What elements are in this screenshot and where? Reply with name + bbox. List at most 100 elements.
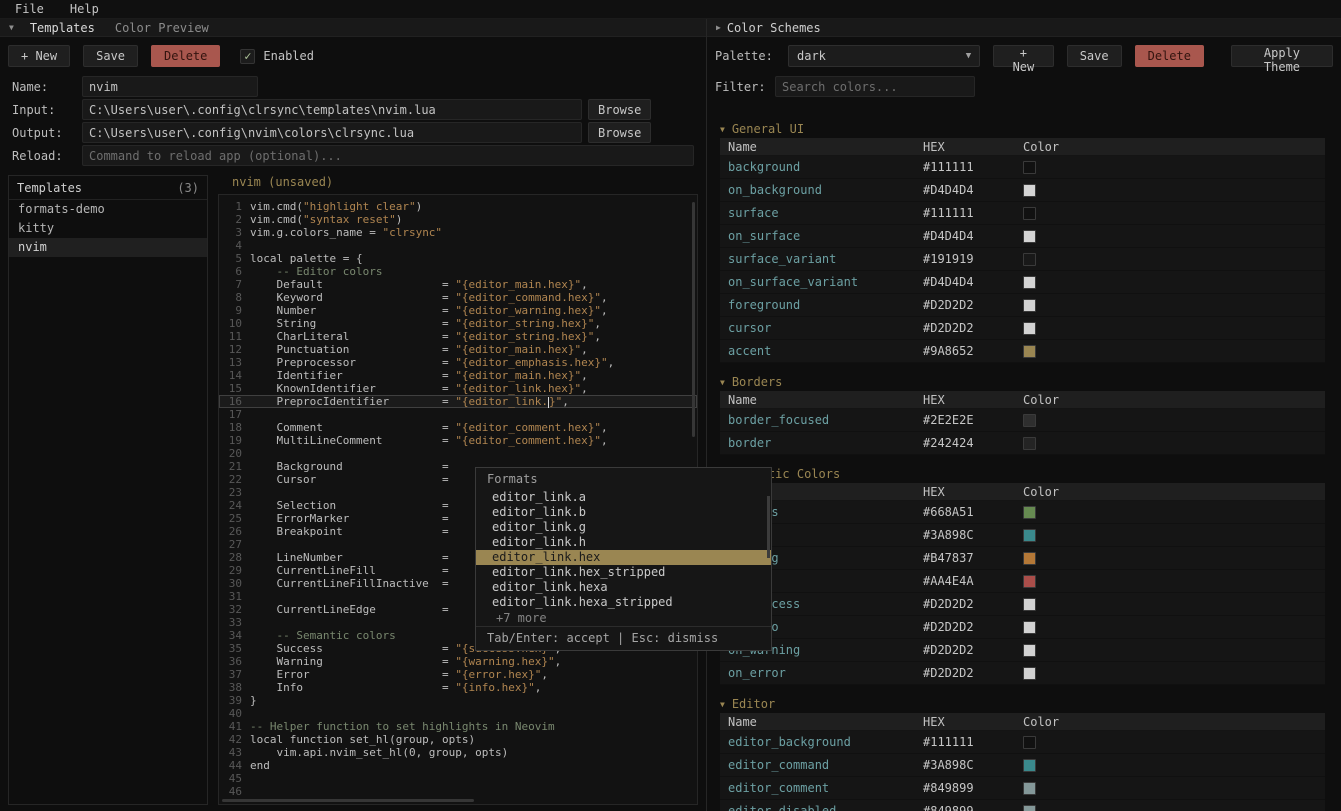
- color-row[interactable]: on_success#D2D2D2: [720, 593, 1325, 616]
- completion-item[interactable]: editor_link.hex: [476, 550, 771, 565]
- template-item[interactable]: formats-demo: [9, 200, 207, 219]
- menu-help[interactable]: Help: [70, 2, 99, 16]
- completion-item[interactable]: editor_link.a: [476, 490, 771, 505]
- editor-vertical-scrollbar[interactable]: [692, 202, 695, 437]
- color-row[interactable]: surface_variant#191919: [720, 248, 1325, 271]
- code-line[interactable]: 14 Identifier = "{editor_main.hex}",: [219, 369, 697, 382]
- output-browse-button[interactable]: Browse: [588, 122, 651, 143]
- code-line[interactable]: 46: [219, 785, 697, 798]
- color-row[interactable]: foreground#D2D2D2: [720, 294, 1325, 317]
- code-line[interactable]: 4: [219, 239, 697, 252]
- color-row[interactable]: editor_command#3A898C: [720, 754, 1325, 777]
- color-row[interactable]: warning#B47837: [720, 547, 1325, 570]
- template-item[interactable]: nvim: [9, 238, 207, 257]
- color-swatch[interactable]: [1023, 575, 1036, 588]
- code-line[interactable]: 42local function set_hl(group, opts): [219, 733, 697, 746]
- color-swatch[interactable]: [1023, 552, 1036, 565]
- color-row[interactable]: background#111111: [720, 156, 1325, 179]
- color-swatch[interactable]: [1023, 598, 1036, 611]
- code-line[interactable]: 6 -- Editor colors: [219, 265, 697, 278]
- color-row[interactable]: error#AA4E4A: [720, 570, 1325, 593]
- delete-palette-button[interactable]: Delete: [1135, 45, 1204, 67]
- section-header[interactable]: ▼Borders: [720, 373, 1325, 391]
- code-line[interactable]: 5local palette = {: [219, 252, 697, 265]
- completion-item[interactable]: editor_link.g: [476, 520, 771, 535]
- code-line[interactable]: 39}: [219, 694, 697, 707]
- color-row[interactable]: editor_disabled#849899: [720, 800, 1325, 811]
- code-line[interactable]: 43 vim.api.nvim_set_hl(0, group, opts): [219, 746, 697, 759]
- color-swatch[interactable]: [1023, 529, 1036, 542]
- color-row[interactable]: on_surface_variant#D4D4D4: [720, 271, 1325, 294]
- section-header[interactable]: ▼Semantic Colors: [720, 465, 1325, 483]
- editor-horizontal-scrollbar[interactable]: [222, 799, 474, 802]
- color-swatch[interactable]: [1023, 345, 1036, 358]
- completion-item[interactable]: editor_link.hex_stripped: [476, 565, 771, 580]
- color-row[interactable]: on_warning#D2D2D2: [720, 639, 1325, 662]
- color-row[interactable]: success#668A51: [720, 501, 1325, 524]
- code-line[interactable]: 9 Number = "{editor_warning.hex}",: [219, 304, 697, 317]
- color-row[interactable]: on_error#D2D2D2: [720, 662, 1325, 685]
- section-header[interactable]: ▼General UI: [720, 120, 1325, 138]
- reload-command-field[interactable]: [82, 145, 694, 166]
- input-browse-button[interactable]: Browse: [588, 99, 651, 120]
- color-swatch[interactable]: [1023, 207, 1036, 220]
- code-line[interactable]: 10 String = "{editor_string.hex}",: [219, 317, 697, 330]
- code-line[interactable]: 20: [219, 447, 697, 460]
- completion-item[interactable]: editor_link.b: [476, 505, 771, 520]
- code-line[interactable]: 45: [219, 772, 697, 785]
- color-swatch[interactable]: [1023, 644, 1036, 657]
- save-palette-button[interactable]: Save: [1067, 45, 1122, 67]
- completion-item[interactable]: editor_link.hexa_stripped: [476, 595, 771, 610]
- code-line[interactable]: 3vim.g.colors_name = "clrsync": [219, 226, 697, 239]
- collapse-arrow-icon[interactable]: ▼: [9, 23, 14, 32]
- color-swatch[interactable]: [1023, 276, 1036, 289]
- tab-color-preview[interactable]: Color Preview: [105, 21, 219, 35]
- color-swatch[interactable]: [1023, 667, 1036, 680]
- code-line[interactable]: 44end: [219, 759, 697, 772]
- code-line[interactable]: 40: [219, 707, 697, 720]
- code-line[interactable]: 8 Keyword = "{editor_command.hex}",: [219, 291, 697, 304]
- completion-item[interactable]: editor_link.h: [476, 535, 771, 550]
- color-swatch[interactable]: [1023, 230, 1036, 243]
- code-line[interactable]: 36 Warning = "{warning.hex}",: [219, 655, 697, 668]
- code-line[interactable]: 1vim.cmd("highlight clear"): [219, 200, 697, 213]
- color-swatch[interactable]: [1023, 161, 1036, 174]
- code-line[interactable]: 17: [219, 408, 697, 421]
- collapse-arrow-icon[interactable]: ▶: [716, 23, 721, 32]
- popup-more-item[interactable]: +7 more: [476, 610, 771, 626]
- input-path-field[interactable]: [82, 99, 582, 120]
- color-row[interactable]: on_background#D4D4D4: [720, 179, 1325, 202]
- color-swatch[interactable]: [1023, 299, 1036, 312]
- code-line[interactable]: 15 KnownIdentifier = "{editor_link.hex}"…: [219, 382, 697, 395]
- color-row[interactable]: border#242424: [720, 432, 1325, 455]
- new-palette-button[interactable]: + New: [993, 45, 1054, 67]
- name-input[interactable]: [82, 76, 258, 97]
- color-swatch[interactable]: [1023, 782, 1036, 795]
- code-line[interactable]: 7 Default = "{editor_main.hex}",: [219, 278, 697, 291]
- section-header[interactable]: ▼Editor: [720, 695, 1325, 713]
- code-line[interactable]: 18 Comment = "{editor_comment.hex}",: [219, 421, 697, 434]
- color-swatch[interactable]: [1023, 437, 1036, 450]
- color-swatch[interactable]: [1023, 621, 1036, 634]
- menu-file[interactable]: File: [15, 2, 44, 16]
- tab-templates[interactable]: Templates: [20, 21, 105, 35]
- code-line[interactable]: 19 MultiLineComment = "{editor_comment.h…: [219, 434, 697, 447]
- color-row[interactable]: surface#111111: [720, 202, 1325, 225]
- popup-scrollbar[interactable]: [767, 496, 770, 558]
- code-line[interactable]: 12 Punctuation = "{editor_main.hex}",: [219, 343, 697, 356]
- palette-select[interactable]: dark ▼: [788, 45, 980, 67]
- color-row[interactable]: editor_background#111111: [720, 731, 1325, 754]
- color-row[interactable]: on_info#D2D2D2: [720, 616, 1325, 639]
- completion-item[interactable]: editor_link.hexa: [476, 580, 771, 595]
- save-template-button[interactable]: Save: [83, 45, 138, 67]
- code-line[interactable]: 41-- Helper function to set highlights i…: [219, 720, 697, 733]
- color-swatch[interactable]: [1023, 506, 1036, 519]
- color-row[interactable]: on_surface#D4D4D4: [720, 225, 1325, 248]
- color-row[interactable]: info#3A898C: [720, 524, 1325, 547]
- enabled-checkbox[interactable]: ✓ Enabled: [240, 49, 314, 64]
- code-line[interactable]: 38 Info = "{info.hex}",: [219, 681, 697, 694]
- color-swatch[interactable]: [1023, 322, 1036, 335]
- color-swatch[interactable]: [1023, 736, 1036, 749]
- color-swatch[interactable]: [1023, 414, 1036, 427]
- color-row[interactable]: editor_comment#849899: [720, 777, 1325, 800]
